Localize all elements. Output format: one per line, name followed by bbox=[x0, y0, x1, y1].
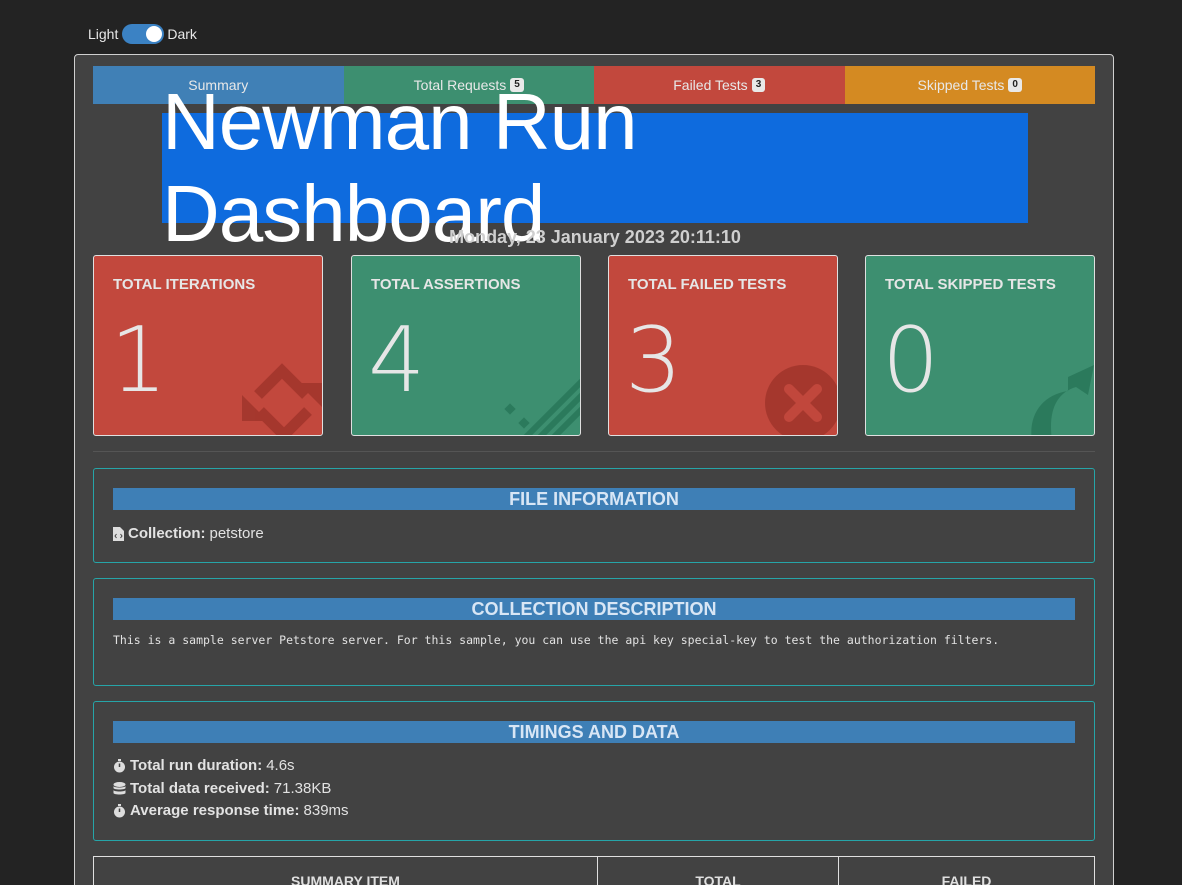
divider bbox=[93, 451, 1095, 452]
collection-label: Collection: bbox=[128, 525, 206, 542]
avg-value: 839ms bbox=[303, 802, 349, 819]
card-total-iterations: TOTAL ITERATIONS 1 bbox=[93, 255, 323, 436]
duration-value: 4.6s bbox=[266, 757, 295, 774]
file-information-panel: FILE INFORMATION Collection: petstore bbox=[93, 468, 1095, 563]
card-total-skipped-tests: TOTAL SKIPPED TESTS 0 bbox=[865, 255, 1095, 436]
collection-description-panel: COLLECTION DESCRIPTION This is a sample … bbox=[93, 578, 1095, 686]
card-value: 0 bbox=[882, 308, 940, 413]
panel-header: FILE INFORMATION bbox=[113, 488, 1075, 510]
card-total-failed-tests: TOTAL FAILED TESTS 3 bbox=[608, 255, 838, 436]
dashboard-container: Summary Total Requests 5 Failed Tests 3 … bbox=[74, 54, 1114, 885]
card-label: TOTAL ASSERTIONS bbox=[371, 276, 521, 293]
theme-toggle: Light Dark bbox=[88, 24, 197, 44]
run-datetime: Monday, 23 January 2023 20:11:10 bbox=[449, 227, 741, 247]
panel-header: TIMINGS AND DATA bbox=[113, 721, 1075, 743]
theme-switch[interactable] bbox=[122, 24, 165, 44]
column-header: TOTAL bbox=[598, 857, 839, 885]
share-arrow-icon bbox=[1031, 365, 1094, 435]
data-label: Total data received: bbox=[130, 780, 270, 797]
times-circle-icon bbox=[765, 365, 837, 435]
data-value: 71.38KB bbox=[273, 780, 332, 797]
avg-label: Average response time: bbox=[130, 802, 300, 819]
light-label: Light bbox=[88, 26, 119, 42]
switch-knob bbox=[146, 26, 163, 42]
database-icon bbox=[113, 781, 126, 794]
avg-response-line: Average response time: 839ms bbox=[113, 802, 349, 819]
card-label: TOTAL SKIPPED TESTS bbox=[885, 276, 1056, 293]
card-value: 1 bbox=[110, 308, 168, 413]
card-label: TOTAL FAILED TESTS bbox=[628, 276, 787, 293]
summary-table: SUMMARY ITEM TOTAL FAILED bbox=[93, 856, 1095, 885]
collection-description-text: This is a sample server Petstore server.… bbox=[113, 633, 1000, 647]
column-header: SUMMARY ITEM bbox=[94, 857, 598, 885]
card-total-assertions: TOTAL ASSERTIONS 4 bbox=[351, 255, 581, 436]
card-label: TOTAL ITERATIONS bbox=[113, 276, 256, 293]
duration-label: Total run duration: bbox=[130, 757, 263, 774]
list-check-icon bbox=[504, 378, 580, 435]
card-value: 3 bbox=[625, 308, 683, 413]
duration-line: Total run duration: 4.6s bbox=[113, 757, 295, 774]
collection-value: petstore bbox=[209, 525, 264, 542]
card-value: 4 bbox=[368, 308, 426, 413]
panel-header: COLLECTION DESCRIPTION bbox=[113, 598, 1075, 620]
file-code-icon bbox=[113, 526, 124, 541]
collection-line: Collection: petstore bbox=[113, 525, 264, 542]
column-header: FAILED bbox=[941, 873, 992, 885]
timings-and-data-panel: TIMINGS AND DATA Total run duration: 4.6… bbox=[93, 701, 1095, 841]
stopwatch-icon bbox=[114, 758, 125, 772]
page-title: Newman Run Dashboard bbox=[162, 77, 1028, 258]
sync-icon bbox=[242, 363, 322, 435]
stopwatch-icon bbox=[114, 803, 125, 817]
dark-label: Dark bbox=[167, 26, 197, 42]
data-received-line: Total data received: 71.38KB bbox=[113, 780, 331, 797]
